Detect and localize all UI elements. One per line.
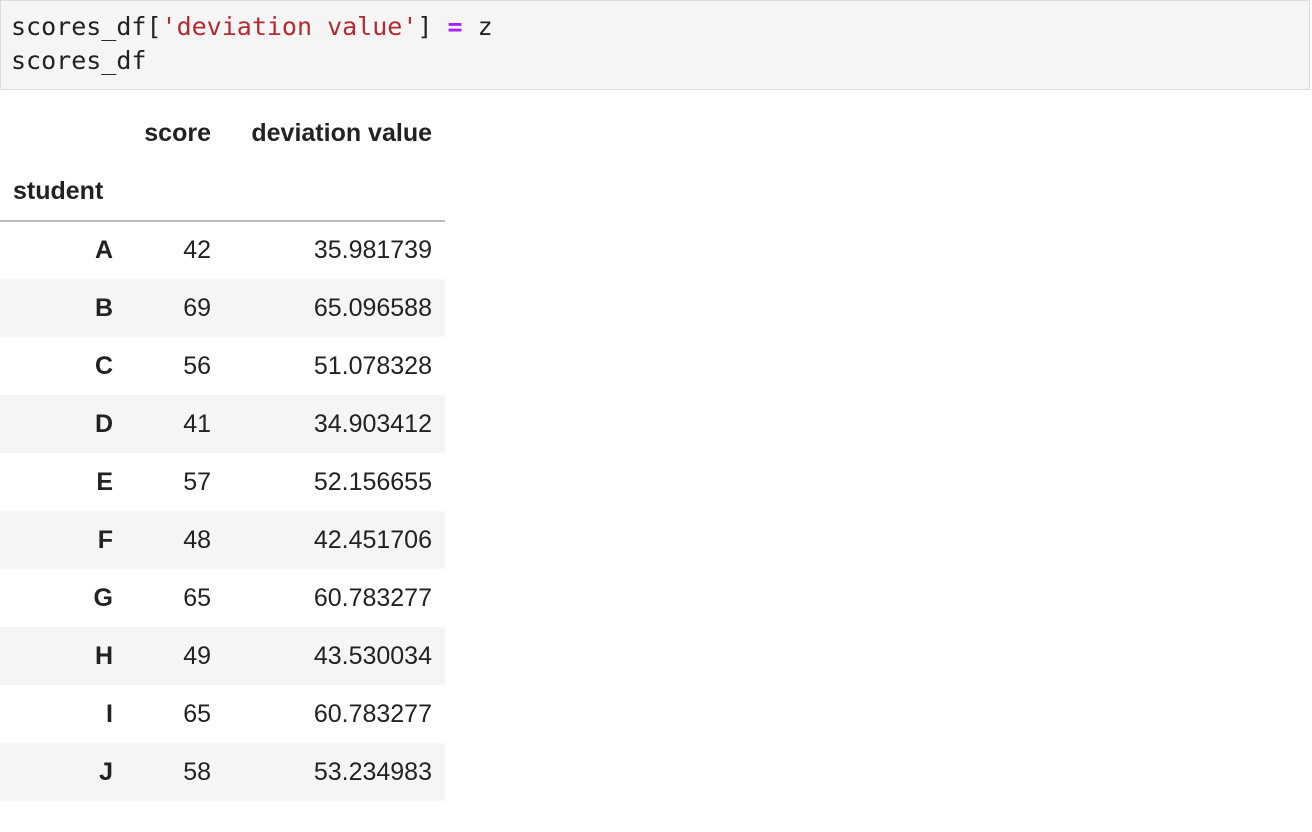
code-line-1: scores_df['deviation value'] = z <box>11 10 1299 44</box>
dataframe-output: score deviation value student A 42 35.98… <box>0 104 445 801</box>
score-cell: 56 <box>183 351 211 380</box>
score-cell: 65 <box>183 583 211 612</box>
deviation-value-cell: 35.981739 <box>313 236 432 264</box>
score-cell: 57 <box>183 467 211 496</box>
index-name-row: student <box>0 162 445 222</box>
table-row: J 58 53.234983 <box>0 743 445 801</box>
deviation-value-cell: 52.156655 <box>313 467 432 496</box>
index-name-blank-cell <box>126 162 224 222</box>
row-index-label: J <box>99 757 113 786</box>
row-index-label: I <box>106 699 113 728</box>
code-token-string: 'deviation value' <box>161 12 418 41</box>
code-line-2: scores_df <box>11 46 147 75</box>
row-index-label: A <box>94 236 113 264</box>
code-cell[interactable]: scores_df['deviation value'] = z scores_d… <box>0 0 1310 90</box>
score-cell: 49 <box>183 641 211 670</box>
row-index-label: B <box>94 293 113 322</box>
score-cell: 42 <box>183 236 211 264</box>
row-index-label: G <box>93 583 113 612</box>
table-row: H 49 43.530034 <box>0 627 445 685</box>
column-header-score: score <box>144 118 211 147</box>
score-cell: 41 <box>183 409 211 438</box>
score-cell: 65 <box>183 699 211 728</box>
deviation-value-cell: 51.078328 <box>313 351 432 380</box>
header-blank-cell <box>0 104 126 162</box>
deviation-value-cell: 34.903412 <box>313 409 432 438</box>
notebook-page: scores_df['deviation value'] = z scores_d… <box>0 0 1312 832</box>
index-name-header: student <box>0 162 126 222</box>
deviation-value-cell: 43.530034 <box>313 641 432 670</box>
deviation-value-cell: 53.234983 <box>313 757 432 786</box>
deviation-value-cell: 42.451706 <box>313 525 432 554</box>
table-row: G 65 60.783277 <box>0 569 445 627</box>
table-row: C 56 51.078328 <box>0 337 445 395</box>
row-index-label: F <box>97 525 113 554</box>
code-token-variable: scores_df[ <box>11 12 162 41</box>
code-token-bracket: ] <box>417 12 448 41</box>
column-header-row: score deviation value <box>0 104 445 162</box>
deviation-value-cell: 60.783277 <box>313 699 432 728</box>
code-token-operator: = <box>447 12 463 41</box>
row-index-label: C <box>94 351 113 380</box>
dataframe-table: score deviation value student A 42 35.98… <box>0 104 445 801</box>
deviation-value-cell: 65.096588 <box>313 293 432 322</box>
table-row: D 41 34.903412 <box>0 395 445 453</box>
deviation-value-cell: 60.783277 <box>313 583 432 612</box>
score-cell: 69 <box>183 293 211 322</box>
table-row: F 48 42.451706 <box>0 511 445 569</box>
code-token-rhs: z <box>462 12 493 41</box>
table-row: I 65 60.783277 <box>0 685 445 743</box>
row-index-label: D <box>94 409 113 438</box>
table-row: A 42 35.981739 <box>0 221 445 279</box>
row-index-label: H <box>94 641 113 670</box>
table-row: B 69 65.096588 <box>0 279 445 337</box>
score-cell: 48 <box>183 525 211 554</box>
column-header-deviation-value: deviation value <box>251 118 432 147</box>
row-index-label: E <box>96 467 113 496</box>
score-cell: 58 <box>183 757 211 786</box>
table-row: E 57 52.156655 <box>0 453 445 511</box>
index-name-blank-cell <box>224 162 445 222</box>
